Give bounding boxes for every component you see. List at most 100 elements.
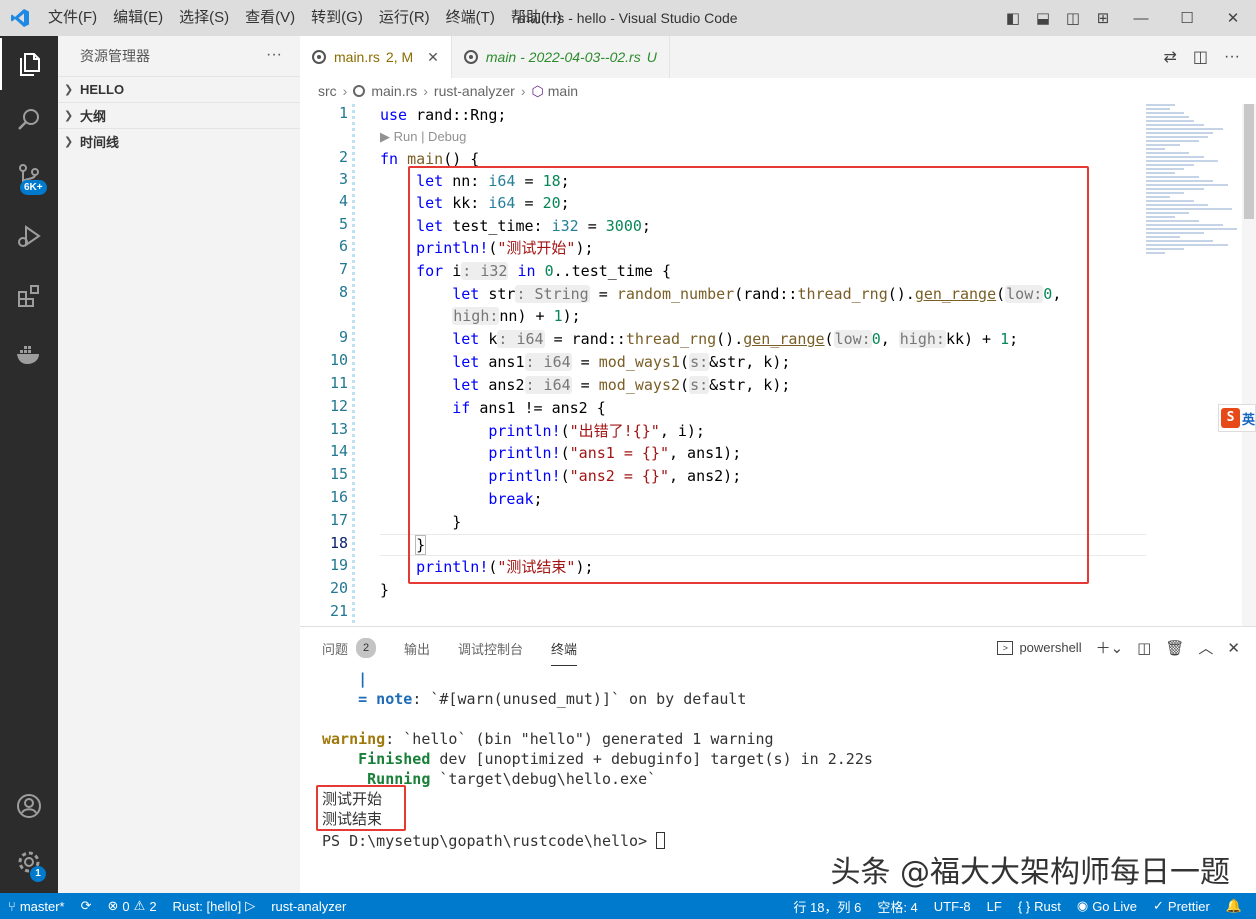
tab-terminal[interactable]: 终端 <box>551 639 578 666</box>
indentation[interactable]: 空格: 4 <box>869 897 925 916</box>
line-number: 6 <box>338 237 348 255</box>
chevron-right-icon: ❯ <box>64 110 74 122</box>
account-icon[interactable] <box>0 780 58 832</box>
more-actions-icon[interactable]: ··· <box>266 46 282 64</box>
customize-layout-icon[interactable]: ⊞ <box>1088 9 1118 27</box>
tab-problems[interactable]: 问题 2 <box>322 638 377 658</box>
problems-count-badge: 2 <box>356 638 377 658</box>
window-controls: ◧ ⬓ ◫ ⊞ — ☐ ✕ <box>998 0 1256 36</box>
close-tab-icon[interactable]: ✕ <box>427 49 439 66</box>
split-editor-icon[interactable]: ◫ <box>1193 47 1208 67</box>
toggle-sidebar-icon[interactable]: ◧ <box>998 9 1028 27</box>
title-bar: 文件(F) 编辑(E) 选择(S) 查看(V) 转到(G) 运行(R) 终端(T… <box>0 0 1256 36</box>
menu-help[interactable]: 帮助(H) <box>503 0 570 36</box>
menu-terminal[interactable]: 终端(T) <box>438 0 503 36</box>
search-icon[interactable] <box>0 94 58 146</box>
close-panel-icon[interactable]: ✕ <box>1227 639 1240 657</box>
kill-terminal-icon[interactable]: 🗑 <box>1165 639 1184 657</box>
scm-badge: 6K+ <box>20 180 47 195</box>
scrollbar-thumb[interactable] <box>1244 104 1254 219</box>
branch-item[interactable]: ⑂ master* <box>0 899 73 914</box>
breadcrumb-symbol[interactable]: main <box>548 83 578 99</box>
menu-view[interactable]: 查看(V) <box>237 0 303 36</box>
explorer-header: 资源管理器 ··· <box>58 36 300 76</box>
minimize-icon[interactable]: — <box>1118 10 1164 27</box>
code-editor[interactable]: 1 2 3 4 5 6 7 8 9 10 11 12 13 14 15 16 1… <box>300 104 1256 626</box>
git-change-indicator <box>352 104 355 626</box>
menu-file[interactable]: 文件(F) <box>40 0 105 36</box>
section-timeline[interactable]: ❯ 时间线 <box>58 128 300 154</box>
line-number: 9 <box>338 328 348 346</box>
menu-go[interactable]: 转到(G) <box>303 0 371 36</box>
breadcrumb: src › main.rs › rust-analyzer › ⬡ main <box>300 78 1256 104</box>
more-editor-actions-icon[interactable]: ··· <box>1224 48 1240 66</box>
end-of-line[interactable]: LF <box>979 899 1010 914</box>
docker-icon[interactable] <box>0 328 58 380</box>
ime-indicator[interactable]: S英 <box>1218 404 1256 432</box>
new-terminal-icon[interactable]: ＋⌄ <box>1096 637 1124 658</box>
problems-item[interactable]: ⊗ 0 ⚠ 2 <box>100 898 165 914</box>
tab-debug-console[interactable]: 调试控制台 <box>458 639 523 658</box>
branch-label: master* <box>19 898 65 914</box>
toggle-secondary-sidebar-icon[interactable]: ◫ <box>1058 9 1088 27</box>
compare-changes-icon[interactable]: ⇄ <box>1163 47 1176 67</box>
maximize-icon[interactable]: ☐ <box>1164 9 1210 27</box>
sync-item[interactable]: ⟳ <box>73 898 100 914</box>
notifications[interactable]: 🔔 <box>1218 898 1250 914</box>
breadcrumb-src[interactable]: src <box>318 83 337 99</box>
run-target-item[interactable]: Rust: [hello] ▷ <box>165 898 264 914</box>
terminal-prompt[interactable]: PS D:\mysetup\gopath\rustcode\hello> <box>322 831 873 851</box>
breadcrumb-file[interactable]: main.rs <box>371 83 417 99</box>
codelens-run-debug[interactable]: ▶ Run | Debug <box>380 126 466 148</box>
rust-file-icon <box>312 50 326 64</box>
terminal-line: warning: `hello` (bin "hello") generated… <box>322 730 774 748</box>
encoding[interactable]: UTF-8 <box>926 899 979 914</box>
minimap[interactable] <box>1146 104 1242 264</box>
prettier[interactable]: ✓ Prettier <box>1145 898 1218 914</box>
editor-scrollbar[interactable] <box>1242 104 1256 626</box>
tab-main-rs[interactable]: main.rs 2, M ✕ <box>300 36 452 78</box>
menu-edit[interactable]: 编辑(E) <box>105 0 171 36</box>
terminal-cursor <box>656 832 666 849</box>
language-mode[interactable]: { } Rust <box>1010 899 1069 914</box>
line-number: 17 <box>329 511 348 529</box>
go-live[interactable]: ◉ Go Live <box>1069 898 1145 914</box>
line-number: 3 <box>338 170 348 188</box>
toggle-panel-icon[interactable]: ⬓ <box>1028 9 1058 27</box>
error-count: 0 <box>122 898 130 914</box>
rust-file-icon <box>463 50 478 64</box>
warning-icon: ⚠ <box>133 898 146 913</box>
play-icon: ▷ <box>245 898 256 913</box>
tab-main-backup[interactable]: main - 2022-04-03--02.rs U <box>452 36 670 78</box>
terminal-line: = note: `#[warn(unused_mut)]` on by defa… <box>322 690 747 708</box>
section-label: 大纲 <box>80 109 107 124</box>
analyzer-item[interactable]: rust-analyzer <box>263 899 354 914</box>
split-terminal-icon[interactable]: ◫ <box>1137 639 1151 657</box>
line-number: 11 <box>329 374 348 392</box>
close-window-icon[interactable]: ✕ <box>1210 9 1256 27</box>
run-debug-icon[interactable] <box>0 210 58 262</box>
tab-label: 问题 <box>322 641 349 657</box>
maximize-panel-icon[interactable]: ︿ <box>1198 637 1213 658</box>
source-control-icon[interactable]: 6K+ <box>0 150 58 202</box>
section-outline[interactable]: ❯ 大纲 <box>58 102 300 128</box>
editor-tabs: main.rs 2, M ✕ main - 2022-04-03--02.rs … <box>300 36 1256 78</box>
explorer-icon[interactable] <box>0 38 58 90</box>
error-icon: ⊗ <box>107 898 119 913</box>
extensions-icon[interactable] <box>0 270 58 322</box>
menu-run[interactable]: 运行(R) <box>371 0 438 36</box>
go-live-label: Go Live <box>1092 898 1137 914</box>
tab-output[interactable]: 输出 <box>404 639 430 658</box>
vscode-logo-icon <box>0 0 40 36</box>
line-number: 13 <box>329 420 348 438</box>
watermark: 头条 @福大大架构师每日一题 <box>830 855 1230 890</box>
line-number: 12 <box>329 397 348 415</box>
section-hello[interactable]: ❯ HELLO <box>58 76 300 102</box>
manage-gear-icon[interactable]: 1 <box>0 836 58 888</box>
menu-selection[interactable]: 选择(S) <box>171 0 237 36</box>
terminal-shell-selector[interactable]: > powershell <box>997 640 1082 655</box>
explorer-title: 资源管理器 <box>80 48 150 64</box>
cursor-position[interactable]: 行 18，列 6 <box>785 897 869 916</box>
breadcrumb-analyzer[interactable]: rust-analyzer <box>434 83 515 99</box>
